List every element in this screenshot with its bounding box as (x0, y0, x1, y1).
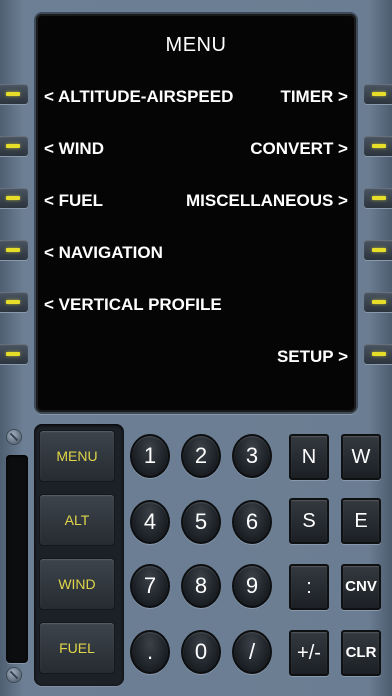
key-8[interactable]: 8 (181, 564, 221, 608)
menu-item-wind[interactable]: < WIND (44, 139, 104, 159)
fuel-key[interactable]: FUEL (39, 622, 115, 674)
fmc-frame: MENU < ALTITUDE-AIRSPEED < WIND < FUEL <… (0, 0, 392, 696)
plus-minus-key[interactable]: +/- (289, 630, 329, 676)
key-7[interactable]: 7 (130, 564, 170, 608)
cnv-key[interactable]: CNV (341, 564, 381, 610)
screw-top (7, 430, 21, 444)
menu-item-vertical-profile[interactable]: < VERTICAL PROFILE (44, 295, 222, 315)
screw-bottom (7, 668, 21, 682)
key-3[interactable]: 3 (232, 434, 272, 478)
menu-item-altitude-airspeed[interactable]: < ALTITUDE-AIRSPEED (44, 87, 233, 107)
lsk-right-3[interactable] (364, 188, 392, 208)
key-6[interactable]: 6 (232, 500, 272, 544)
lsk-right-2[interactable] (364, 136, 392, 156)
lsk-left-5[interactable] (0, 292, 28, 312)
lsk-right-5[interactable] (364, 292, 392, 312)
display-screen: MENU < ALTITUDE-AIRSPEED < WIND < FUEL <… (36, 14, 356, 412)
menu-item-setup[interactable]: SETUP > (277, 347, 348, 367)
key-0[interactable]: 0 (181, 630, 221, 674)
menu-item-timer[interactable]: TIMER > (280, 87, 348, 107)
menu-item-miscellaneous[interactable]: MISCELLANEOUS > (186, 191, 348, 211)
key-9[interactable]: 9 (232, 564, 272, 608)
side-slot (6, 455, 28, 663)
lsk-left-6[interactable] (0, 344, 28, 364)
screen-title: MENU (165, 34, 227, 56)
lsk-right-1[interactable] (364, 84, 392, 104)
menu-item-navigation[interactable]: < NAVIGATION (44, 243, 163, 263)
lsk-left-4[interactable] (0, 240, 28, 260)
function-key-panel: MENU ALT WIND FUEL (34, 424, 124, 686)
key-2[interactable]: 2 (181, 434, 221, 478)
wind-key[interactable]: WIND (39, 558, 115, 610)
lsk-left-1[interactable] (0, 84, 28, 104)
lsk-right-4[interactable] (364, 240, 392, 260)
lsk-left-3[interactable] (0, 188, 28, 208)
keypad: MENU ALT WIND FUEL 1 2 3 4 5 6 7 8 9 . 0… (32, 424, 390, 690)
key-slash[interactable]: / (232, 630, 272, 674)
lsk-right-6[interactable] (364, 344, 392, 364)
key-e[interactable]: E (341, 498, 381, 544)
key-s[interactable]: S (289, 498, 329, 544)
lsk-left-2[interactable] (0, 136, 28, 156)
key-w[interactable]: W (341, 434, 381, 480)
menu-key[interactable]: MENU (39, 430, 115, 482)
key-5[interactable]: 5 (181, 500, 221, 544)
clr-key[interactable]: CLR (341, 630, 381, 676)
menu-item-fuel[interactable]: < FUEL (44, 191, 103, 211)
key-1[interactable]: 1 (130, 434, 170, 478)
menu-item-convert[interactable]: CONVERT > (250, 139, 348, 159)
key-colon[interactable]: : (289, 564, 329, 610)
alt-key[interactable]: ALT (39, 494, 115, 546)
key-decimal[interactable]: . (130, 630, 170, 674)
key-n[interactable]: N (289, 434, 329, 480)
key-4[interactable]: 4 (130, 500, 170, 544)
